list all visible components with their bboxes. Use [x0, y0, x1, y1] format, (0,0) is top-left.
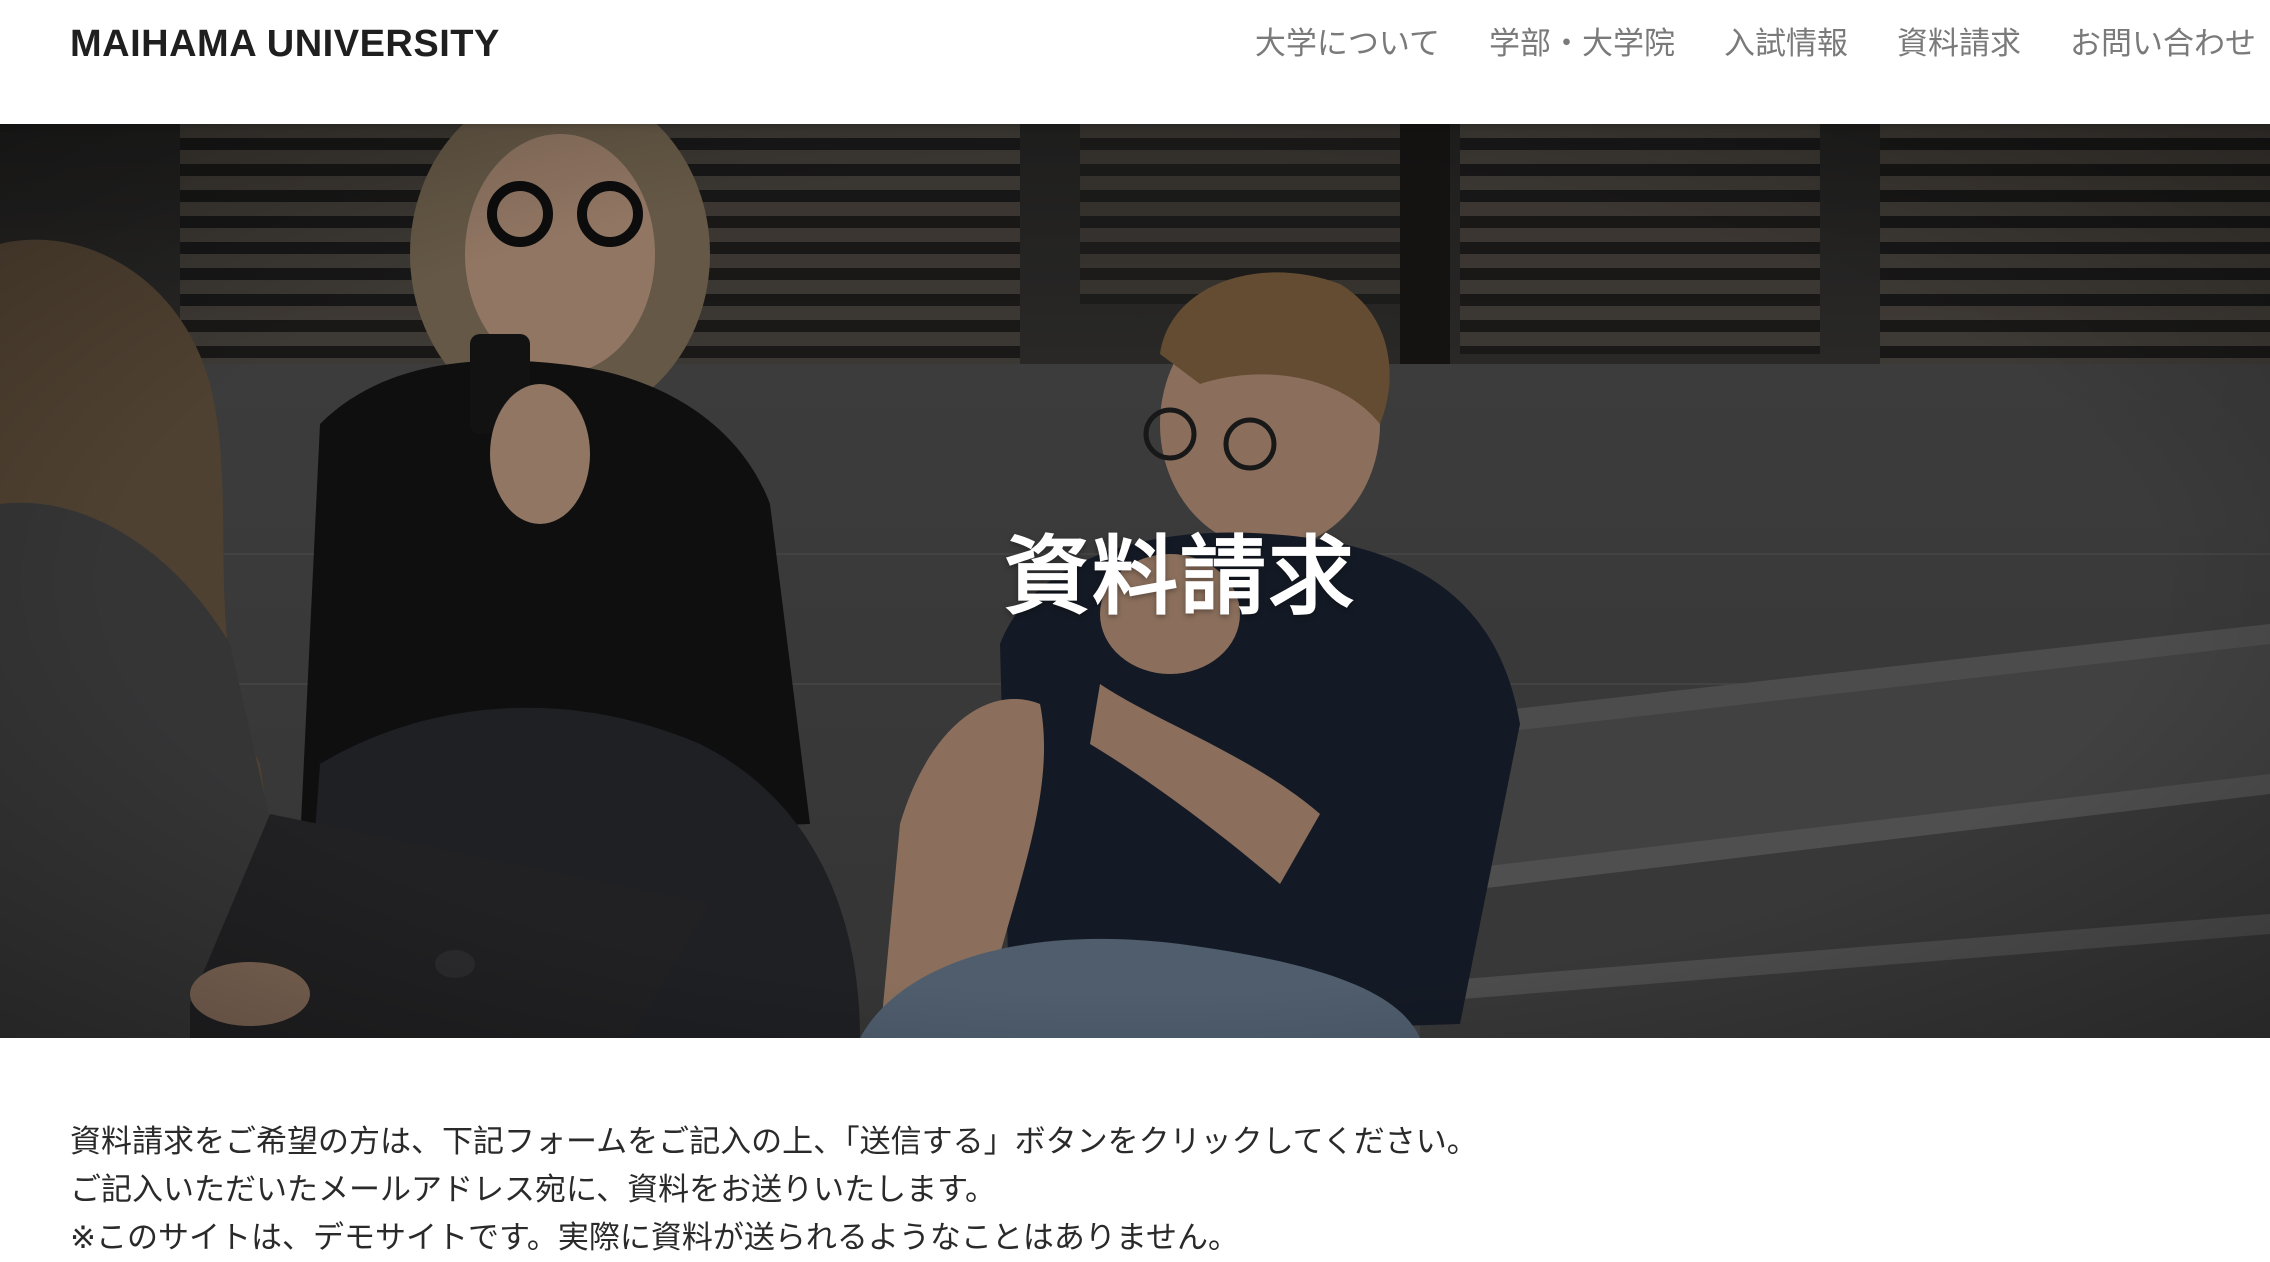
- intro-line: 資料請求をご希望の方は、下記フォームをご記入の上、「送信する」ボタンをクリックし…: [70, 1124, 1478, 1160]
- nav-item-admissions[interactable]: 入試情報: [1724, 20, 1848, 68]
- intro-disclaimer: ※このサイトは、デモサイトです。実際に資料が送られるようなことはありません。: [70, 1220, 1239, 1256]
- intro-line: ご記入いただいたメールアドレス宛に、資料をお送りいたします。: [70, 1172, 996, 1208]
- nav-item-contact[interactable]: お問い合わせ: [2070, 20, 2256, 68]
- hero-title: 資料請求: [1004, 527, 1356, 627]
- site-header: MAIHAMA UNIVERSITY 大学について 学部・大学院 入試情報 資料…: [0, 0, 2270, 124]
- site-logo[interactable]: MAIHAMA UNIVERSITY: [70, 20, 500, 68]
- nav-item-faculties[interactable]: 学部・大学院: [1489, 20, 1675, 68]
- hero-banner: 資料請求: [0, 124, 2270, 1038]
- main-nav: 大学について 学部・大学院 入試情報 資料請求 お問い合わせ: [1255, 20, 2256, 68]
- nav-item-request-materials[interactable]: 資料請求: [1897, 20, 2021, 68]
- nav-item-about[interactable]: 大学について: [1255, 20, 1440, 68]
- intro-text: 資料請求をご希望の方は、下記フォームをご記入の上、「送信する」ボタンをクリックし…: [70, 1118, 2170, 1262]
